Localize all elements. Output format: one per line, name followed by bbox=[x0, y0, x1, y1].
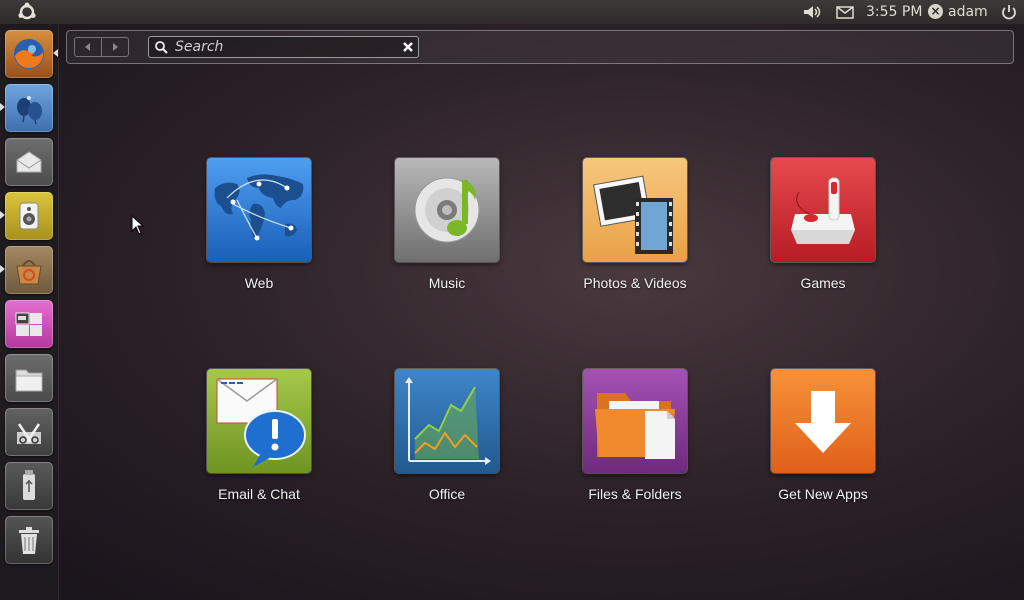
user-menu[interactable]: × adam bbox=[928, 0, 988, 24]
launcher-item-software-center[interactable] bbox=[5, 246, 53, 294]
email-chat-icon bbox=[207, 369, 311, 473]
category-label: Files & Folders bbox=[588, 486, 682, 502]
globe-icon bbox=[207, 158, 311, 262]
mail-icon[interactable] bbox=[834, 0, 856, 24]
launcher-item-empathy[interactable] bbox=[5, 84, 53, 132]
launcher-item-music-player[interactable] bbox=[5, 192, 53, 240]
search-box bbox=[148, 36, 419, 58]
ubuntu-logo[interactable] bbox=[16, 2, 38, 22]
usb-icon bbox=[23, 470, 35, 500]
category-label: Office bbox=[428, 486, 466, 502]
folder-icon bbox=[15, 369, 43, 392]
arrow-left-icon bbox=[85, 43, 90, 51]
clear-search-icon[interactable] bbox=[401, 40, 415, 54]
top-panel: 3:55 PM × adam bbox=[0, 0, 1024, 24]
software-center-icon bbox=[16, 260, 42, 285]
category-music[interactable]: Music bbox=[377, 158, 517, 291]
arrow-right-icon bbox=[113, 43, 118, 51]
launcher-item-mail[interactable] bbox=[5, 138, 53, 186]
launcher bbox=[0, 24, 59, 600]
folder-icon bbox=[583, 369, 687, 473]
launcher-item-workspaces[interactable] bbox=[5, 300, 53, 348]
category-label: Music bbox=[428, 275, 466, 291]
photos-videos-icon bbox=[583, 158, 687, 262]
speaker-icon bbox=[19, 202, 39, 230]
mouse-cursor-icon bbox=[131, 215, 145, 235]
category-label: Web bbox=[244, 275, 274, 291]
user-name: adam bbox=[948, 4, 988, 20]
forward-button[interactable] bbox=[101, 38, 128, 56]
active-indicator bbox=[53, 49, 58, 57]
category-label: Games bbox=[800, 275, 846, 291]
category-label: Email & Chat bbox=[218, 486, 300, 502]
download-arrow-icon bbox=[771, 369, 875, 473]
back-button[interactable] bbox=[75, 38, 101, 56]
user-status-icon: × bbox=[928, 3, 943, 19]
category-office[interactable]: Office bbox=[377, 369, 517, 502]
launcher-item-settings[interactable] bbox=[5, 408, 53, 456]
chart-icon bbox=[395, 369, 499, 473]
search-input[interactable] bbox=[175, 38, 395, 56]
joystick-icon bbox=[771, 158, 875, 262]
chat-balloons-icon bbox=[17, 96, 42, 125]
trash-icon bbox=[19, 527, 39, 554]
sound-icon[interactable] bbox=[801, 0, 823, 24]
launcher-item-firefox[interactable] bbox=[5, 30, 53, 78]
music-cd-icon bbox=[395, 158, 499, 262]
category-files-folders[interactable]: Files & Folders bbox=[565, 369, 705, 502]
category-label: Get New Apps bbox=[778, 486, 868, 502]
category-photos-videos[interactable]: Photos & Videos bbox=[565, 158, 705, 291]
power-icon[interactable] bbox=[998, 0, 1020, 24]
category-games[interactable]: Games bbox=[753, 158, 893, 291]
category-label: Photos & Videos bbox=[583, 275, 687, 291]
firefox-icon bbox=[14, 39, 44, 69]
tools-icon bbox=[17, 423, 41, 444]
category-get-new-apps[interactable]: Get New Apps bbox=[753, 369, 893, 502]
category-email-chat[interactable]: Email & Chat bbox=[189, 369, 329, 502]
clock[interactable]: 3:55 PM bbox=[866, 0, 922, 24]
launcher-item-files[interactable] bbox=[5, 354, 53, 402]
workspace-switcher-icon bbox=[15, 312, 42, 336]
category-web[interactable]: Web bbox=[189, 158, 329, 291]
launcher-item-usb-drive[interactable] bbox=[5, 462, 53, 510]
search-icon bbox=[155, 41, 168, 54]
envelope-icon bbox=[16, 151, 42, 173]
launcher-item-trash[interactable] bbox=[5, 516, 53, 564]
dash-search-bar bbox=[66, 30, 1014, 64]
navigation-buttons bbox=[74, 37, 129, 57]
